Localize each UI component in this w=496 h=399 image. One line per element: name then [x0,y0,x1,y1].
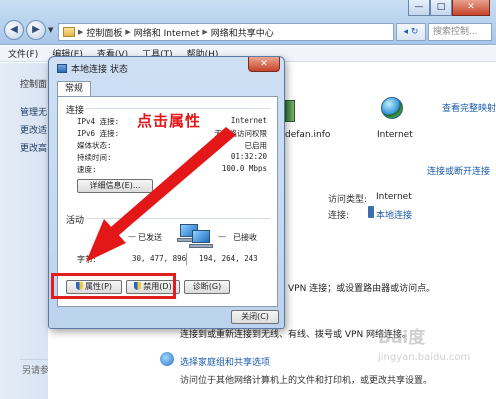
forward-arrow-icon[interactable]: ▶ [26,20,46,40]
breadcrumb-item[interactable]: 控制面板 [86,26,122,39]
duration-value: 01:32:20 [230,152,267,161]
sidebar-item-manage-wireless[interactable]: 管理无 [20,105,47,118]
local-connection-link[interactable]: 本地连接 [376,208,412,221]
annotation-text: 点击属性 [137,112,202,130]
vpn-description: VPN 连接；或设置路由器或访问点。 [288,284,436,294]
bytes-sent-value: 30, 477, 896 [132,254,187,263]
refresh-button[interactable]: ◂ ↻ [396,23,426,41]
computer-name: defan.info [285,130,331,140]
media-state-value: 已启用 [244,141,268,150]
breadcrumb-item[interactable]: 网络和 Internet [134,26,200,39]
control-panel-folder-icon [63,27,75,37]
sent-dash: — [128,232,136,241]
close-window-button[interactable]: ✕ [452,0,490,16]
connection-label: 连接: [328,211,350,221]
tab-general[interactable]: 常规 [57,81,91,97]
bytes-received-value: 194, 264, 243 [199,254,258,263]
annotation-highlight-box [51,273,176,299]
duration-label: 持续时间: [77,153,112,162]
details-button[interactable]: 详细信息(E)... [77,179,153,193]
dialog-close-icon[interactable]: ✕ [248,57,280,72]
explorer-titlebar: — □ ✕ ◀ ▶ ▼ ▶ 控制面板 ▶ 网络和 Internet ▶ 网络和共… [0,0,496,45]
connect-or-disconnect-link[interactable]: 连接或断开连接 [427,164,490,177]
search-input[interactable]: 搜索控制... [428,23,492,41]
speed-label: 速度: [77,165,97,174]
maximize-button[interactable]: □ [430,0,452,16]
history-dropdown-icon[interactable]: ▼ [48,26,53,34]
bytes-label: 字节: [77,255,96,264]
ipv6-value: 无网络访问权限 [214,129,268,138]
divider [86,108,270,109]
menu-file[interactable]: 文件(F) [8,47,38,60]
back-arrow-icon[interactable]: ◀ [4,20,24,40]
dialog-close-button[interactable]: 关闭(C) [231,310,279,324]
address-bar[interactable]: ▶ 控制面板 ▶ 网络和 Internet ▶ 网络和共享中心 [58,23,394,41]
activity-group-label: 活动 [66,216,85,226]
dialog-title: 本地连接 状态 [57,62,128,75]
received-computer-icon [189,230,213,248]
received-label: 已接收 [233,233,257,242]
homegroup-sharing-link[interactable]: 选择家庭组和共享选项 [180,355,270,368]
bytes-divider [186,253,187,265]
sent-label: 已发送 [138,233,162,242]
access-type-value: Internet [376,192,412,202]
diagnose-button[interactable]: 诊断(G) [184,280,230,294]
homegroup-description: 访问位于其他网络计算机上的文件和打印机，或更改共享设置。 [180,376,433,386]
see-full-map-link[interactable]: 查看完整映射 [442,101,496,114]
homegroup-icon [160,352,174,366]
divider [20,359,48,360]
window-controls: — □ ✕ [408,0,490,16]
ipv6-label: IPv6 连接: [77,129,120,138]
media-state-label: 媒体状态: [77,141,112,150]
ipv4-value: Internet [230,116,267,125]
divider [86,218,270,219]
baidu-watermark: Bai度 jingyan.baidu.com [378,328,471,363]
breadcrumb-item[interactable]: 网络和共享中心 [211,26,274,39]
computer-icon [285,100,295,122]
minimize-button[interactable]: — [408,0,430,16]
network-adapter-icon [368,206,374,218]
speed-value: 100.0 Mbps [221,164,267,173]
network-connection-icon [57,64,67,73]
sidebar-item-change-advanced[interactable]: 更改高 [20,141,47,154]
internet-globe-icon [381,97,403,119]
sidebar-item-control-panel[interactable]: 控制面 [20,77,47,90]
ipv4-label: IPv4 连接: [77,117,120,126]
left-task-pane: 控制面 管理无 更改适 更改高 另请参阅 [0,63,58,399]
navigation-buttons: ◀ ▶ ▼ [4,20,57,40]
received-dash: — [218,232,226,241]
connection-group-label: 连接 [66,106,85,116]
sidebar-item-change-adapter[interactable]: 更改适 [20,123,47,136]
access-type-label: 访问类型: [328,195,368,205]
internet-label: Internet [377,130,413,140]
